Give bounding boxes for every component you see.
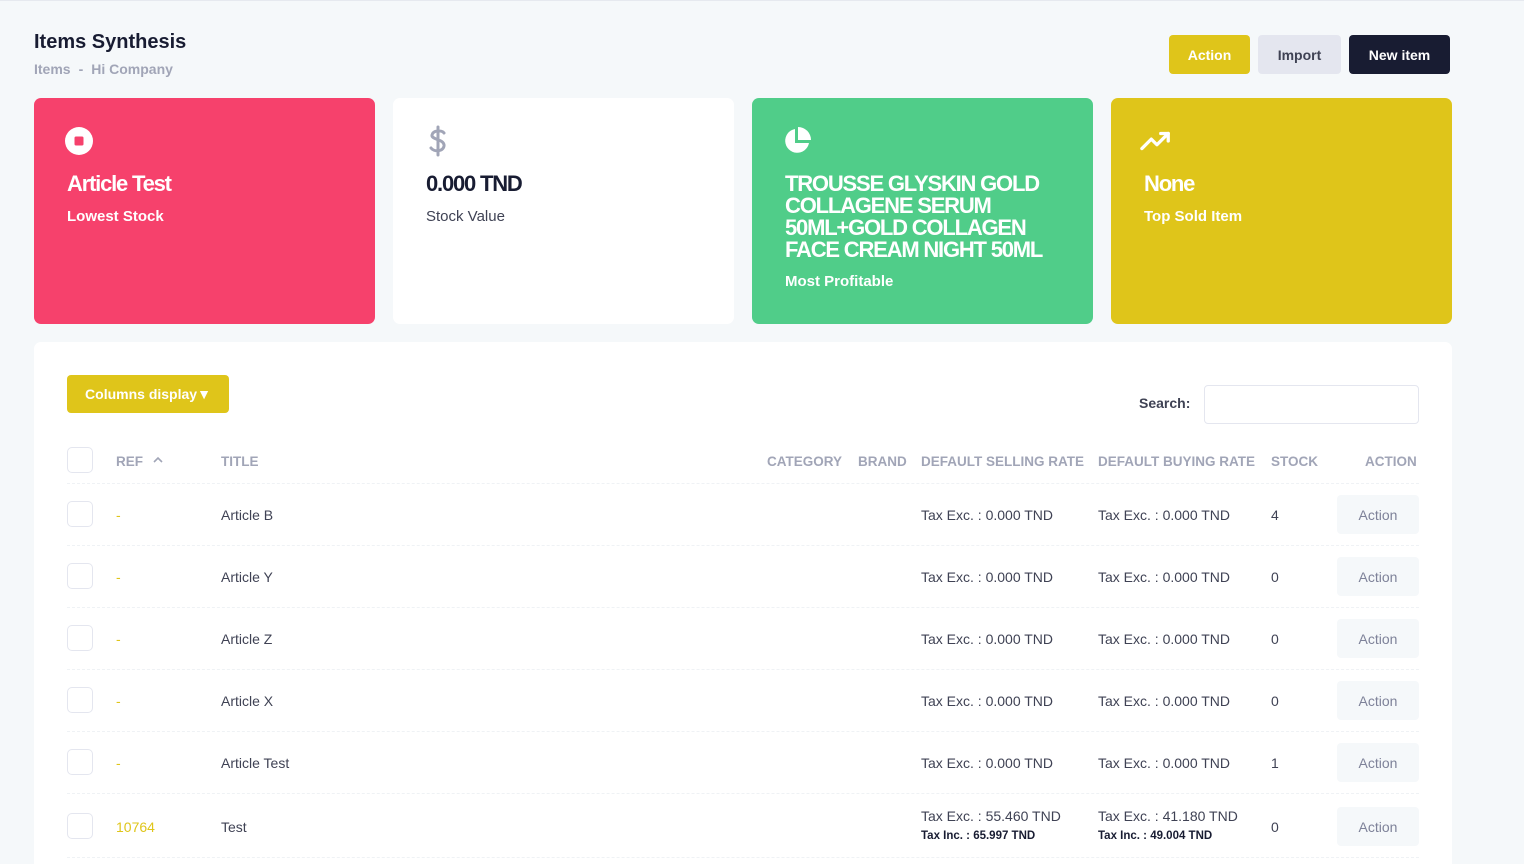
stat-value: Article Test xyxy=(67,171,172,196)
search-input[interactable] xyxy=(1204,385,1419,424)
row-stock: 0 xyxy=(1271,819,1279,835)
row-selling-rate: Tax Exc. : 0.000 TND xyxy=(921,507,1054,523)
breadcrumb: Items - Hi Company xyxy=(34,61,173,77)
row-stock: 0 xyxy=(1271,569,1279,585)
pie-chart-icon xyxy=(781,125,813,157)
column-header-buying-rate[interactable]: DEFAULT BUYING RATE xyxy=(1098,454,1255,469)
row-buying-rate: Tax Exc. : 0.000 TND xyxy=(1098,507,1231,523)
row-divider xyxy=(67,483,1419,484)
row-action-button[interactable]: Action xyxy=(1337,681,1419,720)
row-title: Test xyxy=(221,819,247,835)
row-action-button[interactable]: Action xyxy=(1337,807,1419,846)
row-buying-rate: Tax Exc. : 41.180 TND xyxy=(1098,808,1238,824)
column-header-brand[interactable]: BRAND xyxy=(858,454,907,469)
row-ref[interactable]: - xyxy=(116,693,121,709)
row-divider xyxy=(67,857,1419,858)
stat-value: 0.000 TND xyxy=(426,171,523,196)
row-action-button[interactable]: Action xyxy=(1337,619,1419,658)
stat-card-most-profitable: TROUSSE GLYSKIN GOLD COLLAGENE SERUM 50M… xyxy=(752,98,1093,324)
row-stock: 4 xyxy=(1271,507,1279,523)
stat-card-stock-value: 0.000 TND Stock Value xyxy=(393,98,734,324)
row-selling-rate: Tax Exc. : 55.460 TND xyxy=(921,808,1061,824)
row-checkbox[interactable] xyxy=(67,625,93,651)
column-header-selling-rate[interactable]: DEFAULT SELLING RATE xyxy=(921,454,1084,469)
row-divider xyxy=(67,545,1419,546)
row-ref[interactable]: - xyxy=(116,507,121,523)
row-stock: 1 xyxy=(1271,755,1279,771)
new-item-button[interactable]: New item xyxy=(1349,35,1450,74)
row-buying-rate: Tax Exc. : 0.000 TND xyxy=(1098,631,1231,647)
row-divider xyxy=(67,607,1419,608)
stat-label: Most Profitable xyxy=(785,273,894,290)
stop-circle-icon xyxy=(63,125,95,157)
row-buying-rate: Tax Exc. : 0.000 TND xyxy=(1098,693,1231,709)
row-selling-rate: Tax Exc. : 0.000 TND xyxy=(921,569,1054,585)
stat-label: Top Sold Item xyxy=(1144,208,1243,225)
row-title: Article Z xyxy=(221,631,273,647)
row-buying-rate-inc: Tax Inc. : 49.004 TND xyxy=(1098,830,1213,842)
row-ref[interactable]: - xyxy=(116,569,121,585)
stat-label: Stock Value xyxy=(426,208,505,225)
row-checkbox[interactable] xyxy=(67,813,93,839)
row-title: Article Test xyxy=(221,755,290,771)
column-header-stock[interactable]: STOCK xyxy=(1271,454,1318,469)
column-header-title[interactable]: TITLE xyxy=(221,454,259,469)
row-buying-rate: Tax Exc. : 0.000 TND xyxy=(1098,755,1231,771)
row-checkbox[interactable] xyxy=(67,749,93,775)
row-selling-rate: Tax Exc. : 0.000 TND xyxy=(921,631,1054,647)
stat-card-lowest-stock: Article Test Lowest Stock xyxy=(34,98,375,324)
stat-value: None xyxy=(1144,171,1195,196)
row-selling-rate: Tax Exc. : 0.000 TND xyxy=(921,755,1054,771)
row-ref[interactable]: - xyxy=(116,631,121,647)
row-title: Article Y xyxy=(221,569,273,585)
select-all-checkbox[interactable] xyxy=(67,447,93,473)
row-checkbox[interactable] xyxy=(67,501,93,527)
stat-label: Lowest Stock xyxy=(67,208,164,225)
stat-value: TROUSSE GLYSKIN GOLD COLLAGENE SERUM 50M… xyxy=(785,171,1043,262)
page-title: Items Synthesis xyxy=(34,31,187,53)
row-action-button[interactable]: Action xyxy=(1337,495,1419,534)
row-ref[interactable]: - xyxy=(116,755,121,771)
breadcrumb-company: Hi Company xyxy=(91,61,173,77)
row-stock: 0 xyxy=(1271,693,1279,709)
row-divider xyxy=(67,669,1419,670)
column-header-category[interactable]: CATEGORY xyxy=(767,454,842,469)
column-header-action: ACTION xyxy=(1365,454,1417,469)
row-divider xyxy=(67,793,1419,794)
search-label: Search: xyxy=(1139,395,1191,411)
items-table-panel: Columns display▼ Search: REF TITLE CATEG… xyxy=(34,342,1452,864)
dollar-icon xyxy=(422,125,454,157)
column-header-ref[interactable]: REF xyxy=(116,454,164,469)
row-checkbox[interactable] xyxy=(67,687,93,713)
row-action-button[interactable]: Action xyxy=(1337,743,1419,782)
row-selling-rate: Tax Exc. : 0.000 TND xyxy=(921,693,1054,709)
breadcrumb-separator: - xyxy=(78,61,84,77)
row-divider xyxy=(67,731,1419,732)
top-divider xyxy=(0,0,1524,1)
columns-display-button[interactable]: Columns display▼ xyxy=(67,375,229,413)
breadcrumb-items[interactable]: Items xyxy=(34,61,71,77)
action-button[interactable]: Action xyxy=(1169,35,1250,74)
row-ref[interactable]: 10764 xyxy=(116,819,155,835)
header-toolbar: Action Import New item xyxy=(1169,35,1450,74)
row-stock: 0 xyxy=(1271,631,1279,647)
trending-up-icon xyxy=(1140,125,1172,157)
stat-card-top-sold: None Top Sold Item xyxy=(1111,98,1452,324)
row-selling-rate-inc: Tax Inc. : 65.997 TND xyxy=(921,830,1036,842)
import-button[interactable]: Import xyxy=(1258,35,1341,74)
row-title: Article B xyxy=(221,507,274,523)
sort-asc-icon xyxy=(153,456,163,463)
row-checkbox[interactable] xyxy=(67,563,93,589)
row-title: Article X xyxy=(221,693,274,709)
row-action-button[interactable]: Action xyxy=(1337,557,1419,596)
row-buying-rate: Tax Exc. : 0.000 TND xyxy=(1098,569,1231,585)
